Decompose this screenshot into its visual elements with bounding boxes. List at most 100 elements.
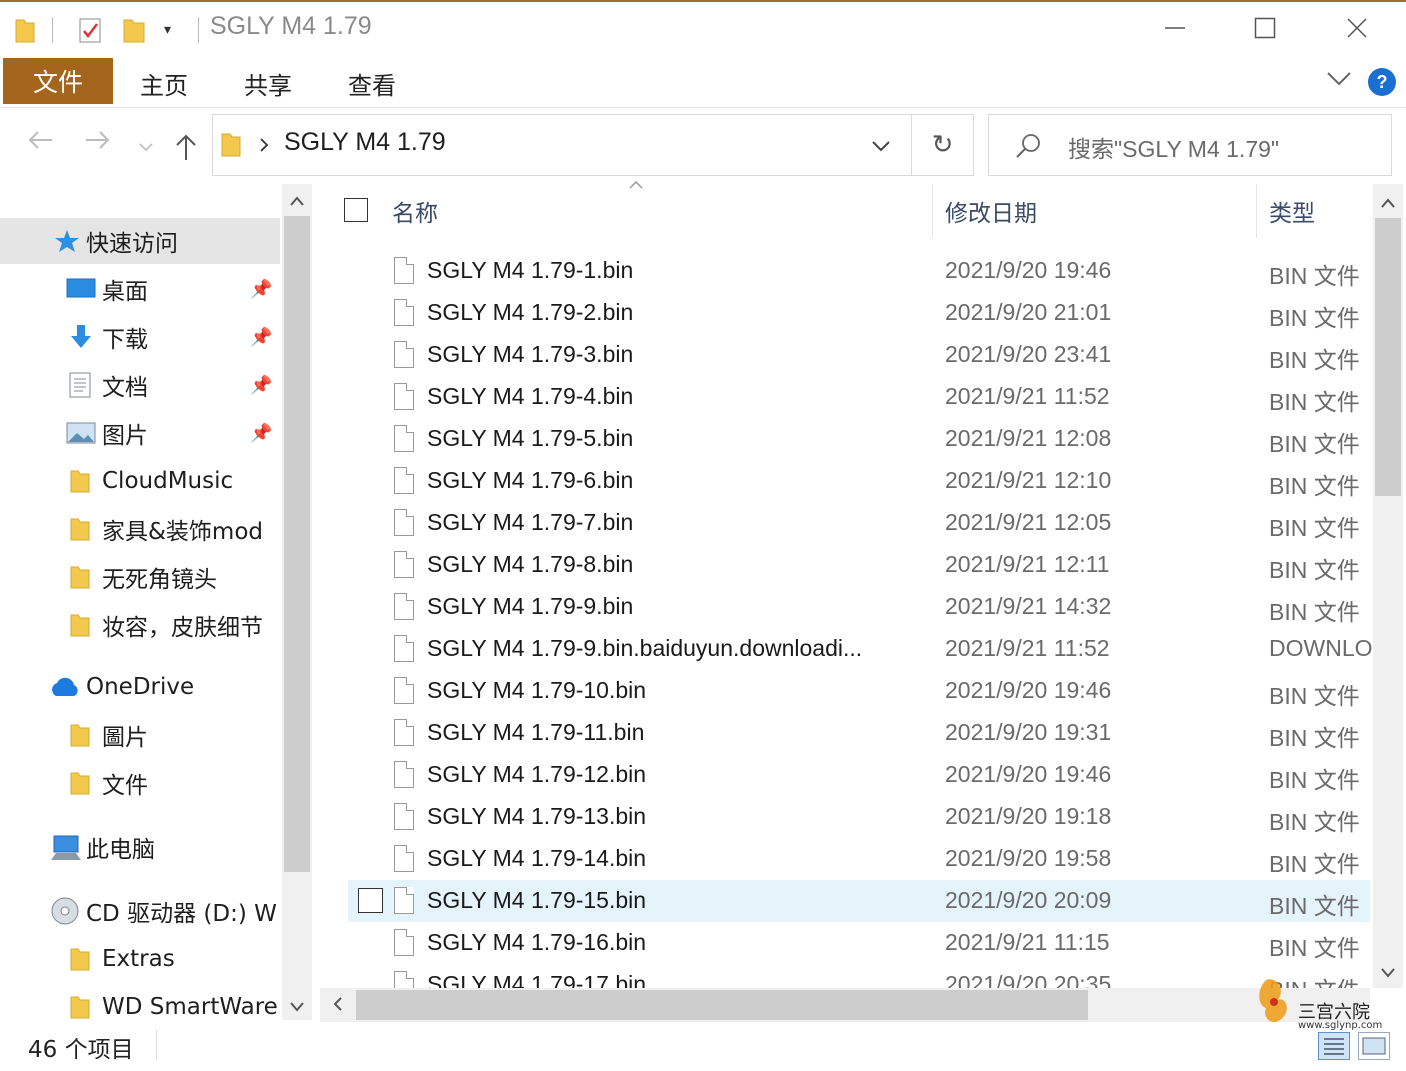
nav-item-furniture-mod[interactable]: 家具&装饰mod (0, 506, 280, 552)
file-row[interactable]: SGLY M4 1.79-5.bin 2021/9/21 12:08 BIN 文件 (348, 418, 1370, 460)
file-row[interactable]: SGLY M4 1.79-10.bin 2021/9/20 19:46 BIN 文件 (348, 670, 1370, 712)
file-row[interactable]: SGLY M4 1.79-4.bin 2021/9/21 11:52 BIN 文件 (348, 376, 1370, 418)
properties-icon[interactable] (78, 16, 104, 44)
expand-ribbon-button[interactable] (1326, 68, 1352, 92)
arrow-right-icon (86, 131, 110, 149)
nav-item-onedrive-pictures[interactable]: 圖片 (0, 712, 280, 758)
file-row[interactable]: SGLY M4 1.79-14.bin 2021/9/20 19:58 BIN 文件 (348, 838, 1370, 880)
file-list-scroll-thumb[interactable] (1375, 218, 1401, 496)
file-type: BIN 文件 (1269, 851, 1360, 877)
file-row[interactable]: SGLY M4 1.79-7.bin 2021/9/21 12:05 BIN 文件 (348, 502, 1370, 544)
close-button[interactable] (1334, 8, 1380, 48)
up-button[interactable] (174, 132, 198, 166)
star-icon (54, 229, 80, 253)
back-button[interactable] (26, 128, 54, 159)
nav-quick-access[interactable]: 快速访问 (0, 218, 280, 264)
nav-item-pictures[interactable]: 图片 📌 (0, 410, 280, 456)
recent-locations-button[interactable] (138, 138, 154, 157)
file-row[interactable]: SGLY M4 1.79-3.bin 2021/9/20 23:41 BIN 文件 (348, 334, 1370, 376)
nav-cd-drive[interactable]: CD 驱动器 (D:) W (0, 888, 280, 934)
file-date: 2021/9/21 12:10 (945, 467, 1112, 493)
file-name: SGLY M4 1.79-6.bin (427, 467, 634, 493)
column-divider[interactable] (1256, 184, 1257, 238)
tab-home[interactable]: 主页 (140, 66, 188, 101)
tab-share[interactable]: 共享 (244, 66, 292, 101)
nav-label: 家具&装饰mod (102, 519, 264, 545)
column-header-name[interactable]: 名称 (392, 194, 438, 228)
file-date: 2021/9/20 23:41 (945, 341, 1112, 367)
nav-item-makeup-skin[interactable]: 妆容，皮肤细节 (0, 602, 280, 648)
file-row[interactable]: SGLY M4 1.79-16.bin 2021/9/21 11:15 BIN 文件 (348, 922, 1370, 964)
nav-item-onedrive-documents[interactable]: 文件 (0, 760, 280, 806)
folder-icon (14, 16, 36, 44)
file-row[interactable]: SGLY M4 1.79-6.bin 2021/9/21 12:10 BIN 文件 (348, 460, 1370, 502)
tab-view[interactable]: 查看 (348, 66, 396, 101)
select-all-checkbox[interactable] (344, 198, 368, 222)
pin-icon[interactable]: 📌 (250, 279, 272, 300)
file-date: 2021/9/20 19:46 (945, 257, 1112, 283)
file-row[interactable]: SGLY M4 1.79-9.bin 2021/9/21 14:32 BIN 文件 (348, 586, 1370, 628)
column-header-type[interactable]: 类型 (1269, 194, 1315, 228)
tab-file[interactable]: 文件 (3, 58, 113, 104)
refresh-button[interactable]: ↻ (912, 114, 974, 176)
nav-item-no-dead-angle-camera[interactable]: 无死角镜头 (0, 554, 280, 600)
pin-icon[interactable]: 📌 (250, 327, 272, 348)
search-icon (1014, 132, 1042, 164)
search-input[interactable]: 搜索"SGLY M4 1.79" (1068, 130, 1279, 164)
file-date: 2021/9/20 19:31 (945, 719, 1112, 745)
nav-item-extras[interactable]: Extras (0, 936, 280, 982)
pin-icon[interactable]: 📌 (250, 423, 272, 444)
nav-item-desktop[interactable]: 桌面 📌 (0, 266, 280, 312)
column-header-date[interactable]: 修改日期 (945, 194, 1037, 228)
help-button[interactable]: ? (1368, 68, 1396, 96)
row-checkbox[interactable] (358, 888, 383, 913)
file-row[interactable]: SGLY M4 1.79-1.bin 2021/9/20 19:46 BIN 文件 (348, 250, 1370, 292)
nav-label: 无死角镜头 (102, 567, 217, 593)
file-name: SGLY M4 1.79-11.bin (427, 719, 645, 745)
nav-item-downloads[interactable]: 下载 📌 (0, 314, 280, 360)
breadcrumb-separator-icon[interactable] (258, 136, 270, 158)
customize-toolbar-icon[interactable]: ▾ (164, 22, 171, 38)
nav-item-cloudmusic[interactable]: CloudMusic (0, 458, 280, 504)
maximize-button[interactable] (1242, 8, 1288, 48)
minimize-button[interactable] (1152, 8, 1198, 48)
file-type: BIN 文件 (1269, 431, 1360, 457)
file-type: BIN 文件 (1269, 473, 1360, 499)
file-row[interactable]: SGLY M4 1.79-2.bin 2021/9/20 21:01 BIN 文件 (348, 292, 1370, 334)
horizontal-scroll-thumb[interactable] (356, 990, 1088, 1020)
watermark-logo: 三宫六院 www.sglynp.com (1252, 972, 1392, 1038)
folder-icon (220, 130, 242, 158)
nav-label: WD SmartWare (102, 994, 278, 1020)
scroll-left-arrow-icon[interactable] (332, 996, 344, 1016)
address-dropdown-button[interactable] (870, 138, 892, 158)
file-type: BIN 文件 (1269, 725, 1360, 751)
nav-this-pc[interactable]: 此电脑 (0, 824, 280, 870)
scroll-down-arrow-icon[interactable] (289, 998, 305, 1017)
cloud-icon (48, 676, 78, 700)
file-date: 2021/9/20 20:09 (945, 887, 1112, 913)
nav-onedrive[interactable]: OneDrive (0, 664, 280, 710)
file-type: BIN 文件 (1269, 557, 1360, 583)
pin-icon[interactable]: 📌 (250, 375, 272, 396)
file-list: SGLY M4 1.79-1.bin 2021/9/20 19:46 BIN 文件 S… (318, 250, 1372, 988)
file-row[interactable]: SGLY M4 1.79-12.bin 2021/9/20 19:46 BIN 文件 (348, 754, 1370, 796)
file-row[interactable]: SGLY M4 1.79-9.bin.baiduyun.downloadi...… (348, 628, 1372, 670)
new-folder-icon[interactable] (122, 16, 146, 44)
file-name: SGLY M4 1.79-2.bin (427, 299, 634, 325)
nav-pane-scroll-thumb[interactable] (284, 216, 310, 872)
file-row[interactable]: SGLY M4 1.79-17.bin2021/9/20 20:35BIN 文件 (348, 964, 1370, 988)
folder-icon (70, 946, 96, 971)
file-row[interactable]: SGLY M4 1.79-13.bin 2021/9/20 19:18 BIN 文件 (348, 796, 1370, 838)
chevron-down-icon (872, 141, 890, 152)
scroll-up-arrow-icon[interactable] (1380, 194, 1396, 213)
file-row[interactable]: SGLY M4 1.79-8.bin 2021/9/21 12:11 BIN 文件 (348, 544, 1370, 586)
breadcrumb-current[interactable]: SGLY M4 1.79 (284, 128, 446, 157)
scroll-up-arrow-icon[interactable] (289, 192, 305, 211)
file-row[interactable]: SGLY M4 1.79-11.bin 2021/9/20 19:31 BIN 文件 (348, 712, 1370, 754)
column-divider[interactable] (932, 184, 933, 238)
nav-label: 下载 (102, 327, 148, 353)
nav-item-documents[interactable]: 文档 📌 (0, 362, 280, 408)
folder-icon (70, 564, 96, 589)
file-row[interactable]: SGLY M4 1.79-15.bin 2021/9/20 20:09 BIN 文件 (348, 880, 1370, 922)
forward-button[interactable] (84, 128, 112, 159)
